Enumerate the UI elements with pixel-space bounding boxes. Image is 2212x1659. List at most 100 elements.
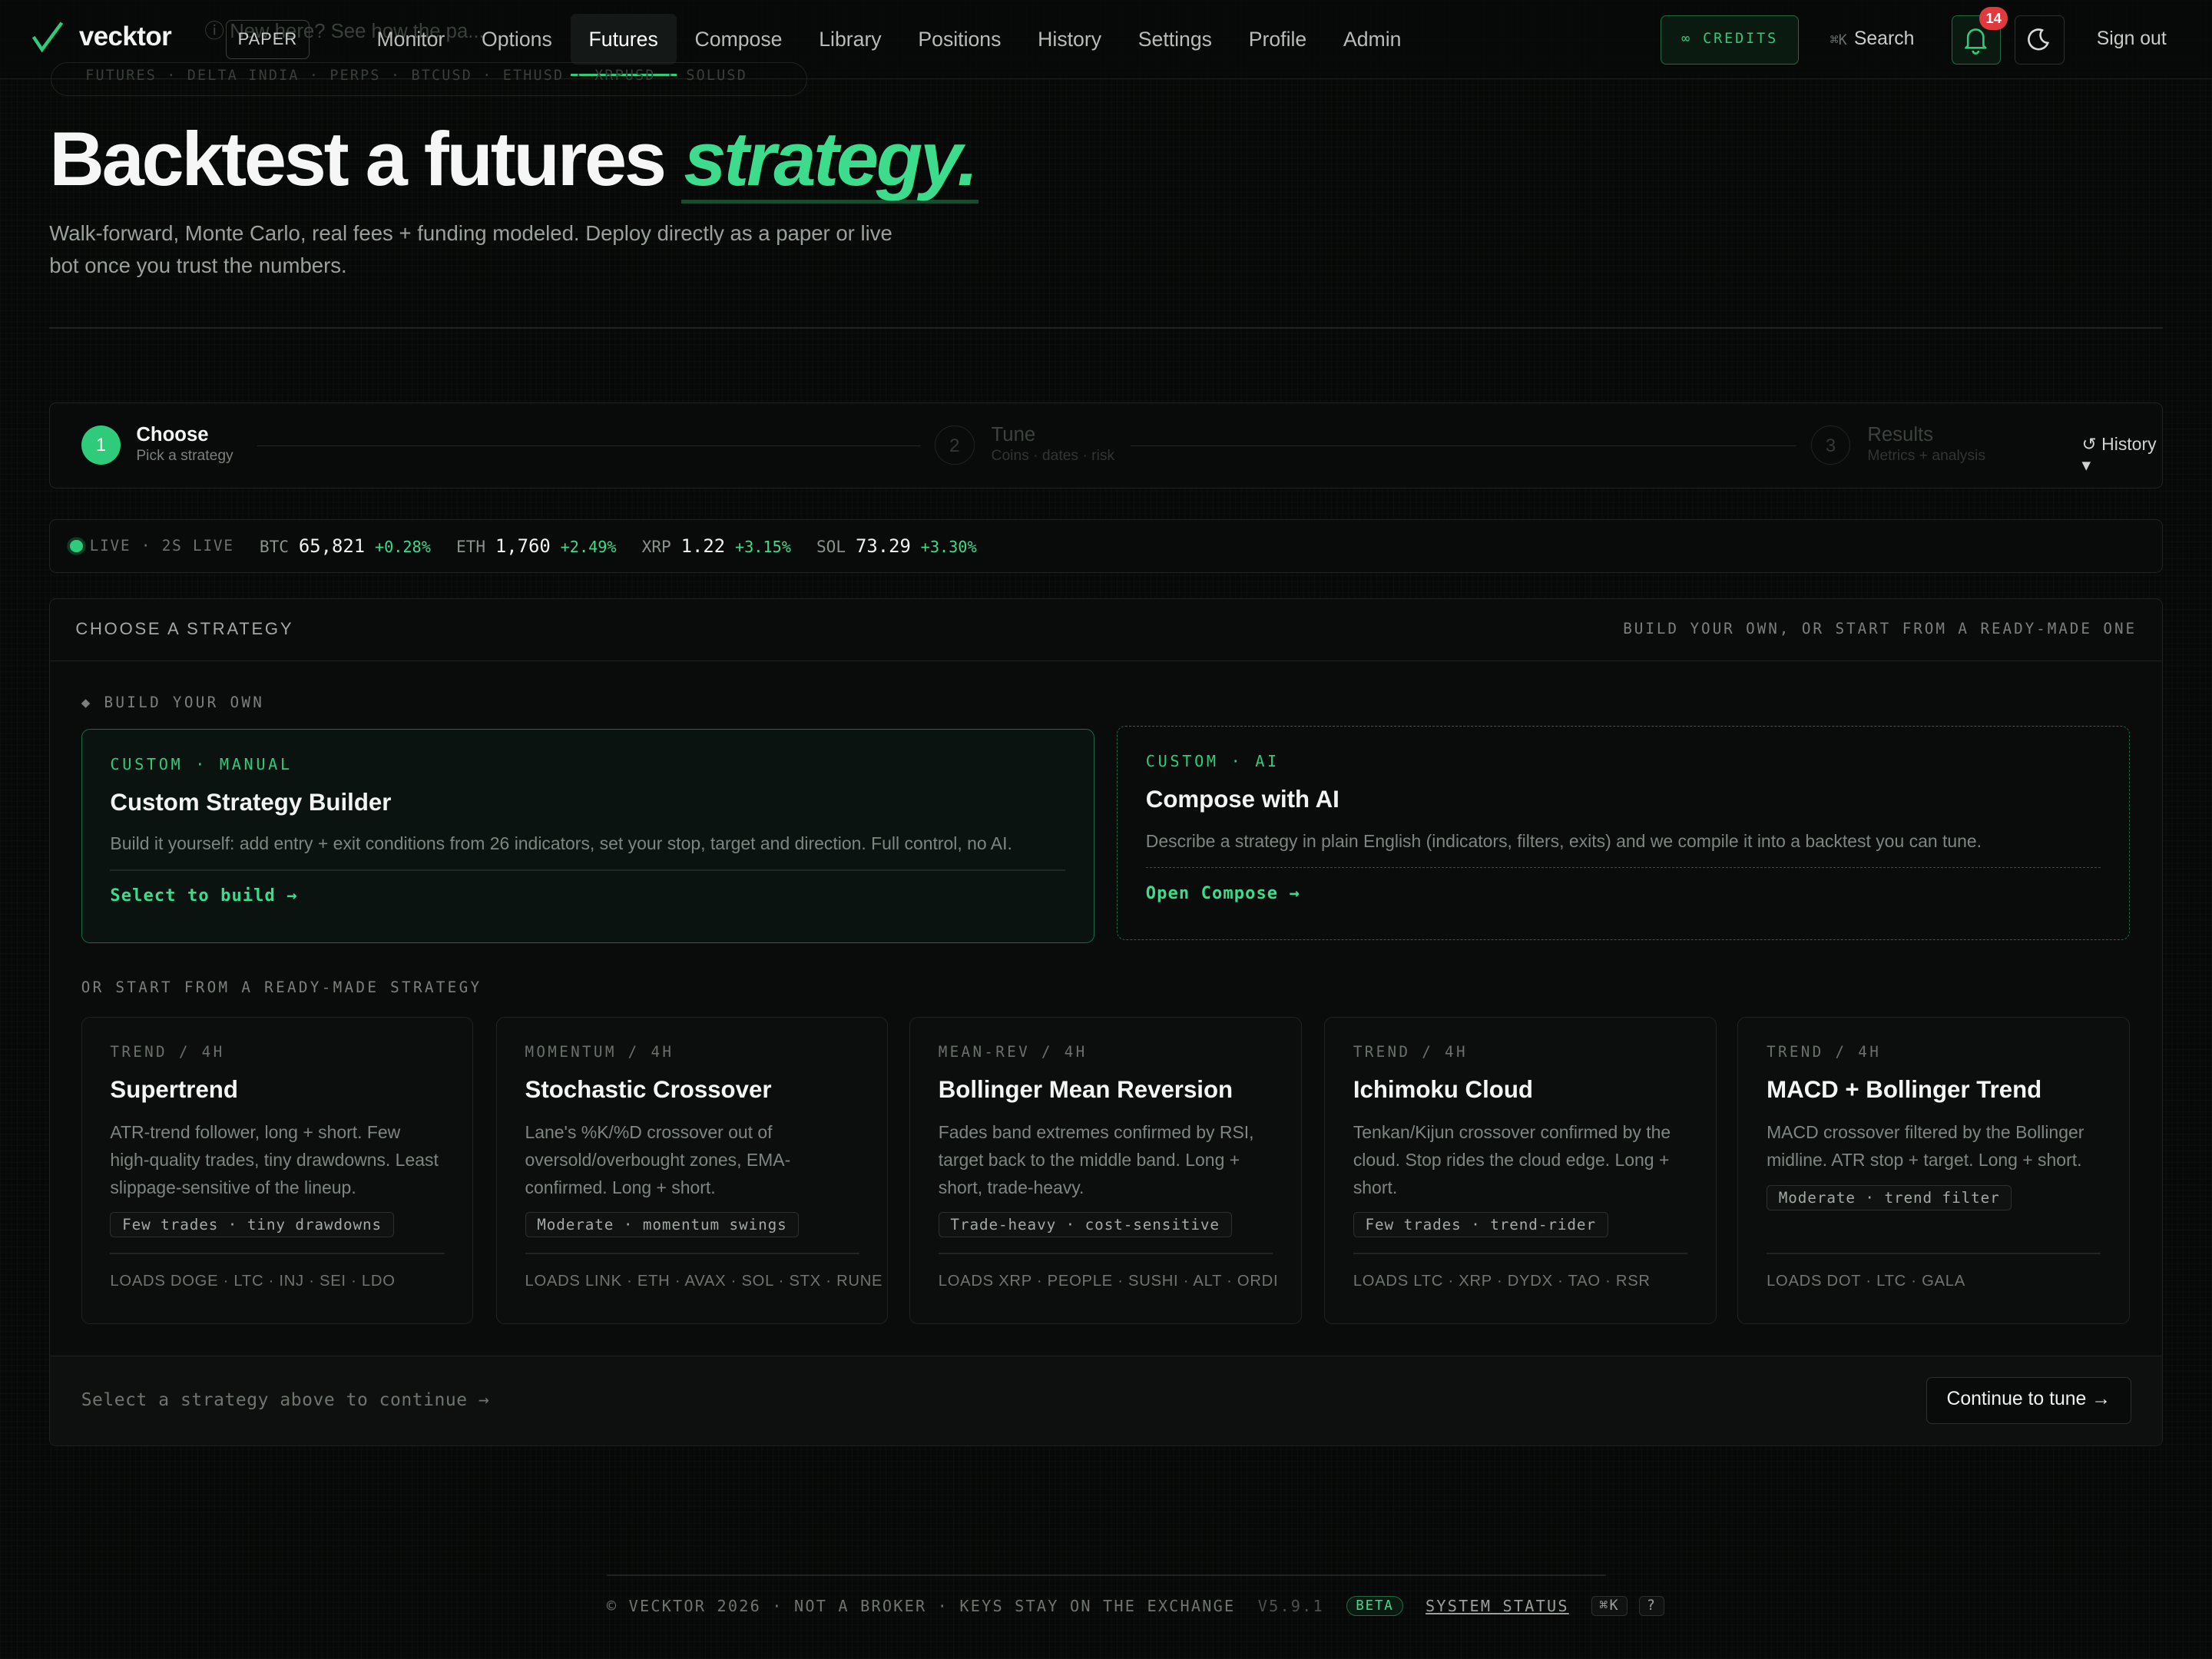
ticker-change: +0.28% [374,537,431,556]
live-indicator: LIVE · 2S LIVE [69,537,234,555]
strategy-tag: Few trades · tiny drawdowns [110,1212,394,1237]
select-to-build-link[interactable]: Select to build → [110,886,1065,906]
nav-positions[interactable]: Positions [900,14,1020,65]
card-description: Build it yourself: add entry + exit cond… [110,833,1012,854]
footer-keys: ⌘K ? [1591,1595,1665,1617]
history-dropdown[interactable]: ↺ History ▾ [2082,434,2163,475]
page-title-accent: strategy. [680,120,979,204]
open-compose-link[interactable]: Open Compose → [1146,884,2101,903]
nav-history[interactable]: History [1019,14,1120,65]
moon-icon [2028,28,2050,51]
step-2-number[interactable]: 2 [935,425,975,465]
notification-count-badge: 14 [1979,7,2008,30]
sign-out-link[interactable]: Sign out [2097,28,2167,50]
paper-mode-badge[interactable]: PAPER [225,19,310,60]
strategy-title: Stochastic Crossover [525,1075,772,1103]
ticker-item: SOL 73.29 +3.30% [816,535,977,557]
footer-copyright: © VECKTOR 2026 · NOT A BROKER · KEYS STA… [606,1596,1236,1615]
live-ticker: LIVE · 2S LIVE BTC 65,821 +0.28% ETH 1,760 +… [49,519,2164,573]
panel-header: CHOOSE A STRATEGY BUILD YOUR OWN, OR STA… [50,599,2163,661]
page-title: Backtest a futures strategy. [49,116,979,204]
strategy-tag: Trade-heavy · cost-sensitive [938,1212,1232,1237]
step-3-title[interactable]: Results [1867,424,1933,446]
strategy-card-stochastic[interactable]: MOMENTUM / 4H Stochastic Crossover Lane'… [495,1016,889,1325]
footer-version: V5.9.1 [1257,1596,1324,1615]
card-title: Custom Strategy Builder [110,789,392,816]
strategy-card-macd-bollinger[interactable]: TREND / 4H MACD + Bollinger Trend MACD c… [1737,1016,2130,1325]
nav-monitor[interactable]: Monitor [359,14,464,65]
step-1-title[interactable]: Choose [136,424,208,446]
strategy-description: Lane's %K/%D crossover out of oversold/o… [525,1122,791,1197]
ticker-item: ETH 1,760 +2.49% [456,535,617,557]
page-footer: © VECKTOR 2026 · NOT A BROKER · KEYS STA… [606,1595,1665,1617]
strategy-tag: Moderate · trend filter [1767,1185,2012,1210]
nav-options[interactable]: Options [463,14,571,65]
ticker-price: 65,821 [298,535,366,557]
live-label: LIVE · 2S LIVE [89,537,234,555]
strategy-tag: Moderate · momentum swings [525,1212,800,1237]
strategy-card-ichimoku[interactable]: TREND / 4H Ichimoku Cloud Tenkan/Kijun c… [1324,1016,1717,1325]
logo[interactable]: vecktor [31,20,172,54]
strategy-title: Ichimoku Cloud [1353,1075,1533,1103]
compose-ai-card[interactable]: CUSTOM · AI Compose with AI Describe a s… [1117,726,2130,941]
ticker-item: XRP 1.22 +3.15% [642,535,791,557]
wizard-stepper: 1 Choose Pick a strategy 2 Tune Coins · … [49,402,2164,488]
strategy-kicker: TREND / 4H [1353,1042,1468,1061]
system-status-link[interactable]: SYSTEM STATUS [1426,1597,1569,1615]
card-description: Describe a strategy in plain English (in… [1145,830,1982,851]
ticker-price: 1.22 [680,535,726,557]
theme-toggle-button[interactable] [2015,15,2065,65]
strategy-loads: LOADS LTC · XRP · DYDX · TAO · RSR [1353,1273,1651,1290]
ticker-change: +3.30% [920,537,977,556]
nav-futures[interactable]: Futures [570,14,677,77]
strategy-card-supertrend[interactable]: TREND / 4H Supertrend ATR-trend follower… [81,1016,474,1325]
command-palette-key[interactable]: ⌘K [1591,1595,1628,1617]
ticker-price: 1,760 [495,535,551,557]
ready-made-label: OR START FROM A READY-MADE STRATEGY [81,979,482,997]
main-menu: Monitor Options Futures Compose Library … [359,14,1420,77]
continue-to-tune-button[interactable]: Continue to tune → [1926,1377,2131,1424]
step-1-number[interactable]: 1 [81,425,121,465]
strategy-loads: LOADS DOT · LTC · GALA [1767,1273,1965,1290]
search-shortcut: ⌘K [1830,31,1847,48]
step-3-number[interactable]: 3 [1810,425,1851,465]
strategy-divider [938,1253,1273,1255]
footer-divider [606,1575,1606,1576]
strategy-divider [525,1253,859,1255]
nav-library[interactable]: Library [800,14,899,65]
strategy-description: Fades band extremes confirmed by RSI, ta… [938,1122,1254,1197]
strategy-divider [110,1253,445,1255]
custom-builder-card[interactable]: CUSTOM · MANUAL Custom Strategy Builder … [81,728,1094,944]
ticker-symbol: XRP [641,536,671,556]
page-subtitle: Walk-forward, Monte Carlo, real fees + f… [49,220,892,278]
panel-footer: Select a strategy above to continue → Co… [50,1355,2163,1445]
strategy-kicker: MEAN-REV / 4H [938,1042,1088,1061]
nav-settings[interactable]: Settings [1120,14,1230,65]
credits-button[interactable]: ∞ CREDITS [1661,15,1800,65]
nav-compose[interactable]: Compose [677,14,801,65]
strategy-card-bollinger-mean-reversion[interactable]: MEAN-REV / 4H Bollinger Mean Reversion F… [909,1016,1302,1325]
nav-profile[interactable]: Profile [1230,14,1325,65]
search-label: Search [1853,28,1915,49]
strategy-panel: CHOOSE A STRATEGY BUILD YOUR OWN, OR STA… [49,598,2164,1446]
step-2-title[interactable]: Tune [992,424,1036,446]
nav-admin[interactable]: Admin [1325,14,1419,65]
card-divider [110,869,1065,872]
step-3-subtitle: Metrics + analysis [1867,448,1985,465]
search-button[interactable]: ⌘K Search [1830,28,1915,50]
step-1-subtitle: Pick a strategy [136,448,233,465]
ticker-symbol: BTC [259,536,289,556]
card-divider [1145,866,2101,869]
strategy-divider [1353,1253,1688,1255]
strategy-loads: LOADS DOGE · LTC · INJ · SEI · LDO [110,1273,396,1290]
help-key[interactable]: ? [1638,1595,1665,1617]
page-title-main: Backtest a futures [49,116,667,202]
strategy-loads: LOADS XRP · PEOPLE · SUSHI · ALT · ORDI [938,1273,1279,1290]
app-name: vecktor [78,21,172,51]
ticker-change: +3.15% [734,537,791,556]
ticker-item: BTC 65,821 +0.28% [260,535,431,557]
strategy-title: Bollinger Mean Reversion [938,1075,1233,1103]
strategy-description: ATR-trend follower, long + short. Few hi… [110,1122,439,1197]
strategy-kicker: TREND / 4H [110,1042,225,1061]
step-connector-1 [257,445,921,447]
